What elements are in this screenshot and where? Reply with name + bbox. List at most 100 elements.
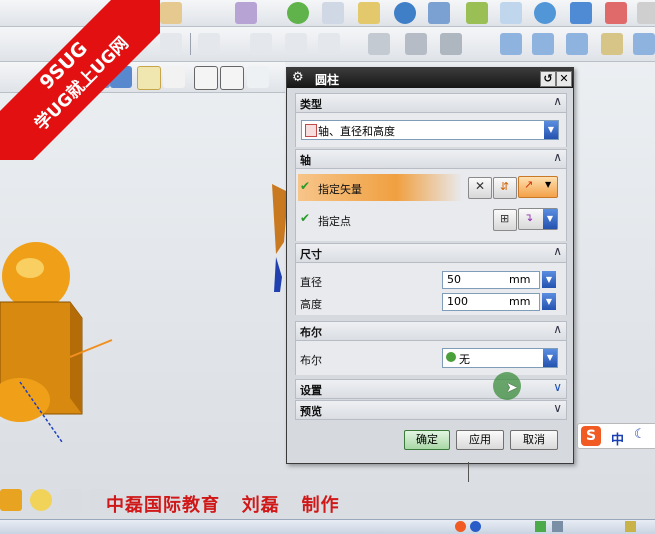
toolbar-icon-snap4[interactable] (220, 66, 244, 90)
ime-toolbar[interactable]: S 中 ☾ (577, 423, 655, 449)
toolbar-icon-trim[interactable] (250, 33, 272, 55)
point-type-dropdown[interactable]: ↴ ▼ (518, 208, 558, 230)
toolbar-icon-snap3[interactable] (194, 66, 218, 90)
section-dimensions-header[interactable]: 尺寸 ∧ (295, 243, 567, 263)
type-dropdown[interactable]: 轴、直径和高度 ▼ (301, 120, 559, 140)
cylinder-dialog: ⚙ 圆柱 ↺ ✕ 类型 ∧ 轴、直径和高度 ▼ 轴 ∧ ✔ 指定矢量 ✕ ⇵ ↗… (286, 67, 574, 464)
watermark-band: 9SUG 学UG就上UG网 (0, 0, 160, 160)
height-input[interactable]: 100 mm (442, 293, 540, 311)
toolbar-icon-cube[interactable] (605, 2, 627, 24)
diameter-input[interactable]: 50 mm (442, 271, 540, 289)
bottom-icon-cube[interactable] (0, 489, 22, 511)
ime-mode-label[interactable]: 中 (611, 429, 624, 448)
toolbar-icon-surface5[interactable] (633, 33, 655, 55)
specify-point-label: 指定点 (318, 215, 351, 228)
toolbar-icon-house[interactable] (570, 2, 592, 24)
reset-icon[interactable]: ↺ (540, 71, 556, 87)
section-boolean-body: 布尔 无 ▼ (295, 341, 567, 375)
toolbar-icon-face[interactable] (358, 2, 380, 24)
toolbar-icon-surface1[interactable] (500, 33, 522, 55)
cancel-button[interactable]: 取消 (510, 430, 558, 450)
chevron-down-icon: ▼ (543, 209, 557, 229)
section-type-header[interactable]: 类型 ∧ (295, 93, 567, 113)
toolbar-icon-cross[interactable] (160, 33, 182, 55)
bottom-icon-tool[interactable] (60, 489, 82, 511)
apply-button[interactable]: 应用 (456, 430, 504, 450)
check-icon: ✔ (300, 179, 311, 193)
close-icon[interactable]: ✕ (556, 71, 572, 87)
diameter-menu-icon[interactable]: ▼ (542, 271, 556, 288)
diameter-label: 直径 (300, 276, 322, 289)
height-label: 高度 (300, 298, 322, 311)
toolbar-icon-cube2[interactable] (637, 2, 655, 24)
toolbar-icon-surface2[interactable] (532, 33, 554, 55)
gear-icon[interactable]: ⚙ (292, 70, 304, 85)
section-axis-body: ✔ 指定矢量 ✕ ⇵ ↗ ▼ ✔ 指定点 ⊞ ↴ ▼ (295, 169, 567, 241)
chevron-up-icon[interactable]: ∧ (553, 244, 562, 258)
chevron-up-icon[interactable]: ∧ (553, 150, 562, 164)
section-axis-label: 轴 (300, 154, 311, 167)
toolbar-icon-mirror[interactable] (368, 33, 390, 55)
system-taskbar (0, 519, 655, 534)
point-icon: ⊞ (500, 212, 510, 225)
boolean-value: 无 (459, 353, 470, 366)
bottom-toolbar (0, 484, 112, 516)
height-menu-icon[interactable]: ▼ (542, 293, 556, 310)
chevron-down-icon[interactable]: ▼ (543, 349, 557, 367)
tray-icon-volume[interactable] (552, 521, 563, 532)
vector-arrow-icon: ↗ (524, 178, 534, 191)
bottom-icon-chain[interactable] (30, 489, 52, 511)
toolbar-icon-spline[interactable] (198, 33, 220, 55)
tray-icon-power[interactable] (625, 521, 636, 532)
viewport-divider (468, 462, 469, 482)
toolbar-icon-shaft[interactable] (428, 2, 450, 24)
tray-icon-sogou[interactable] (455, 521, 466, 532)
vector-dialog-button[interactable]: ✕ (468, 177, 492, 199)
moon-icon[interactable]: ☾ (634, 427, 646, 442)
watermark-line2: 学UG就上UG网 (31, 33, 133, 135)
toolbar-icon-extract[interactable] (405, 33, 427, 55)
cylinder-type-icon (305, 124, 317, 137)
toolbar-icon-torus[interactable] (394, 2, 416, 24)
toolbar-icon-surface3[interactable] (566, 33, 588, 55)
section-boolean-header[interactable]: 布尔 ∧ (295, 321, 567, 341)
height-value: 100 (447, 295, 468, 308)
tray-icon-network[interactable] (535, 521, 546, 532)
check-icon: ✔ (300, 211, 311, 225)
diameter-value: 50 (447, 273, 461, 286)
boolean-field-label: 布尔 (300, 354, 322, 367)
toolbar-icon-block[interactable] (500, 2, 522, 24)
tray-icon-ime[interactable] (470, 521, 481, 532)
dialog-title-bar[interactable]: ⚙ 圆柱 ↺ ✕ (287, 68, 573, 88)
toolbar-icon-arc[interactable] (247, 66, 269, 88)
section-preview-label: 预览 (300, 405, 322, 418)
toolbar-icon-sphere[interactable] (534, 2, 556, 24)
toolbar-icon-offset[interactable] (285, 33, 307, 55)
vector-type-dropdown[interactable]: ↗ ▼ (518, 176, 558, 198)
vector-icon: ✕ (475, 179, 486, 193)
video-caption: 中磊国际教育 刘磊 制作 (106, 495, 340, 516)
chevron-up-icon[interactable]: ∧ (553, 322, 562, 336)
toolbar-icon-blocks[interactable] (440, 33, 462, 55)
section-axis-header[interactable]: 轴 ∧ (295, 149, 567, 169)
reverse-direction-button[interactable]: ⇵ (493, 177, 517, 199)
toolbar-icon-pad[interactable] (466, 2, 488, 24)
chevron-up-icon[interactable]: ∧ (553, 94, 562, 108)
chevron-down-icon[interactable]: ∨ (553, 380, 562, 394)
vector-arrow (274, 257, 282, 292)
point-arrow-icon: ↴ (524, 211, 534, 224)
toolbar-icon-box[interactable] (160, 2, 182, 24)
chevron-down-icon[interactable]: ▼ (544, 121, 558, 139)
toolbar-icon-project[interactable] (318, 33, 340, 55)
point-dialog-button[interactable]: ⊞ (493, 209, 517, 231)
toolbar-icon-x[interactable] (235, 2, 257, 24)
ok-button[interactable]: 确定 (404, 430, 450, 450)
chevron-down-icon[interactable]: ∨ (553, 401, 562, 415)
toolbar-icon-green[interactable] (287, 2, 309, 24)
boolean-dropdown[interactable]: 无 ▼ (442, 348, 558, 368)
toolbar-icon-snap2[interactable] (163, 66, 185, 88)
toolbar-icon-bolt[interactable] (322, 2, 344, 24)
section-settings-header[interactable]: 设置 ∨ (295, 379, 567, 399)
toolbar-icon-surface4[interactable] (601, 33, 623, 55)
section-preview-header[interactable]: 预览 ∨ (295, 400, 567, 420)
